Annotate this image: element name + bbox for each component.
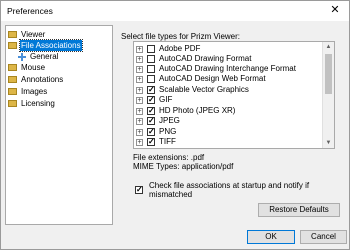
nav-item-label: Mouse (21, 63, 46, 72)
mime-types-text: MIME Types: application/pdf (133, 162, 234, 171)
nav-item-label: Viewer (21, 30, 46, 39)
file-types-list[interactable]: + Adobe PDF + AutoCAD Drawing Format + A… (133, 41, 335, 149)
startup-check-option[interactable]: ✓ Check file associations at startup and… (135, 181, 349, 199)
file-type-row[interactable]: + ✓ HD Photo (JPEG XR) (136, 106, 235, 116)
file-type-row[interactable]: + ✓ PNG (136, 127, 176, 137)
window-title: Preferences (7, 6, 53, 16)
scroll-thumb[interactable] (325, 54, 332, 94)
nav-item-label: File Associations (19, 39, 83, 52)
file-type-label: PNG (159, 127, 177, 136)
file-type-label: AutoCAD Drawing Format (159, 54, 252, 63)
file-type-checkbox[interactable]: ✓ (147, 107, 155, 115)
file-type-checkbox[interactable] (147, 65, 155, 73)
file-type-checkbox[interactable] (147, 45, 155, 53)
file-type-label: AutoCAD Design Web Format (159, 74, 266, 83)
startup-check-label: Check file associations at startup and n… (149, 181, 310, 199)
close-icon[interactable]: ✕ (327, 2, 343, 18)
file-type-label: HD Photo (JPEG XR) (159, 106, 236, 115)
cancel-button[interactable]: Cancel (300, 230, 347, 244)
nav-item-images[interactable]: Images (8, 86, 48, 97)
file-type-row[interactable]: + ✓ Scalable Vector Graphics (136, 85, 249, 95)
expand-icon[interactable]: + (136, 45, 143, 53)
scroll-up-icon[interactable]: ▲ (323, 42, 334, 52)
expand-icon[interactable]: + (136, 96, 143, 104)
file-type-label: JPEG (159, 116, 180, 125)
nav-item-file-associations[interactable]: File Associations (8, 39, 83, 52)
nav-item-label: Images (21, 87, 48, 96)
nav-item-mouse[interactable]: Mouse (8, 62, 46, 73)
expand-icon[interactable]: + (136, 55, 143, 63)
file-type-label: Scalable Vector Graphics (159, 85, 249, 94)
file-type-label: Adobe PDF (159, 44, 201, 53)
ok-button[interactable]: OK (247, 230, 295, 244)
file-type-row[interactable]: + ✓ TIFF (136, 137, 176, 147)
folder-icon (8, 76, 17, 83)
file-type-checkbox[interactable] (147, 75, 155, 83)
file-type-checkbox[interactable]: ✓ (147, 96, 155, 104)
vertical-scrollbar[interactable]: ▲ ▼ (322, 42, 334, 148)
nav-item-label: Licensing (21, 99, 55, 108)
expand-icon[interactable]: + (136, 107, 143, 115)
expand-icon[interactable]: + (136, 75, 143, 83)
nav-item-general[interactable]: General (18, 51, 58, 62)
expand-icon[interactable]: + (136, 117, 143, 125)
expand-icon[interactable]: + (136, 65, 143, 73)
preferences-nav-tree: Viewer File Associations General Mouse A… (5, 25, 113, 225)
nav-item-annotations[interactable]: Annotations (8, 74, 64, 85)
file-types-heading: Select file types for Prizm Viewer: (121, 32, 241, 41)
file-type-checkbox[interactable]: ✓ (147, 86, 155, 94)
nav-item-label: Annotations (21, 75, 64, 84)
title-bar: Preferences ✕ (1, 1, 349, 21)
file-type-row[interactable]: + AutoCAD Drawing Interchange Format (136, 64, 296, 74)
file-type-row[interactable]: + AutoCAD Drawing Format (136, 54, 251, 64)
file-type-label: TIFF (159, 137, 176, 146)
file-type-checkbox[interactable]: ✓ (147, 117, 155, 125)
file-type-checkbox[interactable]: ✓ (147, 138, 155, 146)
file-type-row[interactable]: + Adobe PDF (136, 44, 200, 54)
file-type-checkbox[interactable]: ✓ (147, 128, 155, 136)
expand-icon[interactable]: + (136, 86, 143, 94)
expand-icon[interactable]: + (136, 128, 143, 136)
scroll-down-icon[interactable]: ▼ (323, 138, 334, 148)
folder-icon (8, 64, 17, 71)
restore-defaults-button[interactable]: Restore Defaults (258, 203, 340, 217)
file-type-label: GIF (159, 95, 173, 104)
expand-icon[interactable]: + (136, 138, 143, 146)
folder-icon (8, 31, 17, 38)
folder-icon (8, 88, 17, 95)
file-type-row[interactable]: + ✓ GIF (136, 95, 172, 105)
file-type-checkbox[interactable] (147, 55, 155, 63)
settings-icon (18, 52, 26, 61)
file-type-label: AutoCAD Drawing Interchange Format (159, 64, 296, 73)
file-extensions-text: File extensions: .pdf (133, 153, 205, 162)
folder-icon (8, 100, 17, 107)
preferences-dialog: Preferences ✕ Viewer File Associations G… (0, 0, 350, 250)
startup-check-checkbox[interactable]: ✓ (135, 186, 143, 194)
folder-icon (8, 42, 17, 49)
nav-item-label: General (30, 52, 59, 61)
nav-item-viewer[interactable]: Viewer (8, 29, 46, 40)
file-type-row[interactable]: + AutoCAD Design Web Format (136, 74, 266, 84)
nav-item-licensing[interactable]: Licensing (8, 98, 56, 109)
file-type-row[interactable]: + ✓ JPEG (136, 116, 180, 126)
